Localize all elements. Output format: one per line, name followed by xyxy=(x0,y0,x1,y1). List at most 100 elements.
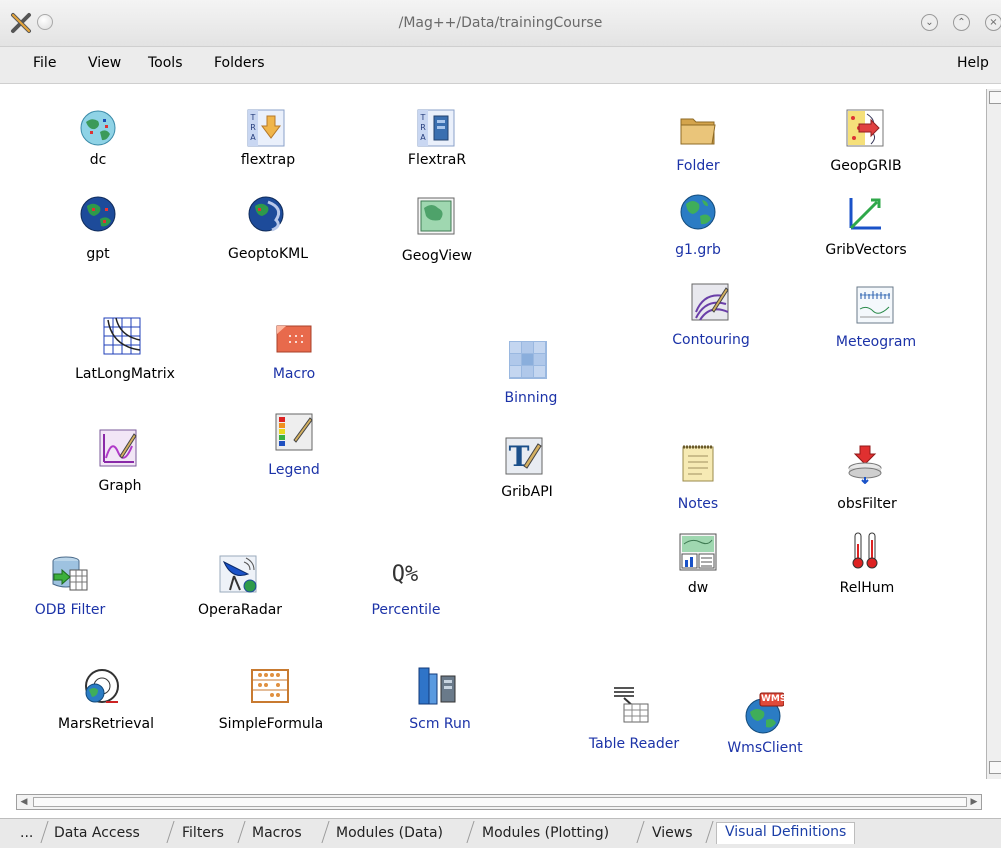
tab-modules-plotting[interactable]: Modules (Plotting) xyxy=(482,825,609,841)
icon-canvas xyxy=(16,84,986,787)
item-legend-label[interactable]: Legend xyxy=(268,462,319,478)
tab-separator xyxy=(166,821,175,843)
meteogram-icon[interactable] xyxy=(855,285,895,325)
thermometer-icon[interactable] xyxy=(845,530,885,570)
item-contouring-label[interactable]: Contouring xyxy=(672,332,750,348)
binning-icon[interactable] xyxy=(508,340,548,380)
mars-retrieval-icon[interactable] xyxy=(80,666,120,706)
flextra-run-icon[interactable]: T R A xyxy=(416,108,456,148)
vertical-scrollbar[interactable] xyxy=(986,89,1001,779)
window-title: /Mag++/Data/trainingCourse xyxy=(398,15,603,31)
tab-data-access[interactable]: Data Access xyxy=(54,825,140,841)
dw-icon[interactable] xyxy=(678,532,718,572)
tab-separator xyxy=(705,821,714,843)
geop-to-kml-icon[interactable] xyxy=(246,194,286,234)
tab-separator xyxy=(40,821,49,843)
obs-filter-icon[interactable] xyxy=(845,444,885,484)
tab-macros[interactable]: Macros xyxy=(252,825,302,841)
table-reader-icon[interactable] xyxy=(612,684,652,724)
geop-grib-icon[interactable] xyxy=(845,108,885,148)
item-gribapi-label[interactable]: GribAPI xyxy=(501,484,553,500)
item-operaradar-label[interactable]: OperaRadar xyxy=(198,602,282,618)
grib-api-icon[interactable]: T xyxy=(504,436,544,476)
item-relhum-label[interactable]: RelHum xyxy=(840,580,895,596)
tab-more[interactable]: ... xyxy=(20,825,33,841)
item-binning-label[interactable]: Binning xyxy=(505,390,558,406)
wms-badge: WMS xyxy=(761,694,787,704)
svg-text:A: A xyxy=(250,133,256,142)
scroll-up-arrow-icon[interactable] xyxy=(989,91,1001,104)
svg-text:R: R xyxy=(420,123,426,132)
menu-bar: File View Tools Folders Help xyxy=(0,47,1001,84)
item-g1grb-label[interactable]: g1.grb xyxy=(675,242,721,258)
abacus-icon[interactable] xyxy=(250,666,290,706)
item-wmsclient-label[interactable]: WmsClient xyxy=(727,740,802,756)
item-percentile-label[interactable]: Percentile xyxy=(371,602,440,618)
item-dw-label[interactable]: dw xyxy=(688,580,708,596)
item-flextrap-label[interactable]: flextrap xyxy=(241,152,295,168)
item-gpt-label[interactable]: gpt xyxy=(86,246,109,262)
wms-client-icon[interactable]: WMS xyxy=(742,692,787,734)
item-folder-label[interactable]: Folder xyxy=(676,158,719,174)
radar-dish-icon[interactable] xyxy=(218,554,258,594)
item-notes-label[interactable]: Notes xyxy=(678,496,718,512)
maximize-button[interactable]: ⌃ xyxy=(953,14,970,31)
grib-vectors-icon[interactable] xyxy=(845,192,885,232)
contouring-icon[interactable] xyxy=(690,282,730,322)
flextra-plot-icon[interactable]: T R A xyxy=(246,108,286,148)
tab-visual-definitions[interactable]: Visual Definitions xyxy=(716,822,856,844)
item-simpleformula-label[interactable]: SimpleFormula xyxy=(219,716,323,732)
tab-separator xyxy=(636,821,645,843)
item-scmrun-label[interactable]: Scm Run xyxy=(409,716,471,732)
scroll-right-arrow-icon[interactable]: ▶ xyxy=(968,796,980,808)
menu-tools[interactable]: Tools xyxy=(148,55,183,71)
scroll-left-arrow-icon[interactable]: ◀ xyxy=(18,796,30,808)
tab-views[interactable]: Views xyxy=(652,825,693,841)
item-odbfilter-label[interactable]: ODB Filter xyxy=(35,602,106,618)
item-latlongmatrix-label[interactable]: LatLongMatrix xyxy=(75,366,175,382)
tab-filters[interactable]: Filters xyxy=(182,825,224,841)
latlong-matrix-icon[interactable] xyxy=(102,316,142,356)
item-macro-label[interactable]: Macro xyxy=(273,366,315,382)
horizontal-scrollbar[interactable]: ◀ ▶ xyxy=(16,794,982,810)
globe-icon-gpt[interactable] xyxy=(78,194,118,234)
item-graph-label[interactable]: Graph xyxy=(99,478,142,494)
globe-icon-dc[interactable] xyxy=(78,108,118,148)
grib-file-icon[interactable] xyxy=(678,192,718,232)
item-geopgrib-label[interactable]: GeopGRIB xyxy=(830,158,901,174)
item-geogview-label[interactable]: GeogView xyxy=(402,248,472,264)
horizontal-scroll-thumb[interactable] xyxy=(33,797,967,807)
item-geoptokml-label[interactable]: GeoptoKML xyxy=(228,246,308,262)
menu-file[interactable]: File xyxy=(33,55,56,71)
folder-icon[interactable] xyxy=(678,110,718,150)
svg-text:R: R xyxy=(250,123,256,132)
title-bar: /Mag++/Data/trainingCourse ⌄ ⌃ × xyxy=(0,0,1001,47)
item-flextrar-label[interactable]: FlextraR xyxy=(408,152,466,168)
tab-separator xyxy=(237,821,246,843)
tab-modules-data[interactable]: Modules (Data) xyxy=(336,825,443,841)
minimize-button[interactable]: ⌄ xyxy=(921,14,938,31)
close-button[interactable]: × xyxy=(985,14,1001,31)
scm-run-icon[interactable] xyxy=(417,666,457,706)
macro-icon[interactable] xyxy=(274,322,314,362)
menu-folders[interactable]: Folders xyxy=(214,55,265,71)
item-gribvectors-label[interactable]: GribVectors xyxy=(825,242,906,258)
geog-view-icon[interactable] xyxy=(416,196,456,236)
item-dc-label[interactable]: dc xyxy=(90,152,107,168)
tab-separator xyxy=(466,821,475,843)
graph-icon[interactable] xyxy=(98,428,138,468)
item-meteogram-label[interactable]: Meteogram xyxy=(836,334,916,350)
tab-separator xyxy=(321,821,330,843)
svg-text:T: T xyxy=(250,113,256,122)
scroll-down-arrow-icon[interactable] xyxy=(989,761,1001,774)
menu-help[interactable]: Help xyxy=(957,55,989,71)
notes-icon[interactable] xyxy=(678,444,718,484)
legend-icon[interactable] xyxy=(274,412,314,452)
menu-view[interactable]: View xyxy=(88,55,121,71)
item-tablereader-label[interactable]: Table Reader xyxy=(589,736,679,752)
item-obsfilter-label[interactable]: obsFilter xyxy=(837,496,896,512)
odb-filter-icon[interactable] xyxy=(50,554,90,594)
item-marsretrieval-label[interactable]: MarsRetrieval xyxy=(58,716,154,732)
percentile-icon[interactable]: Q% xyxy=(385,562,425,592)
drawer-tab-bar: ... Data Access Filters Macros Modules (… xyxy=(0,818,1001,848)
